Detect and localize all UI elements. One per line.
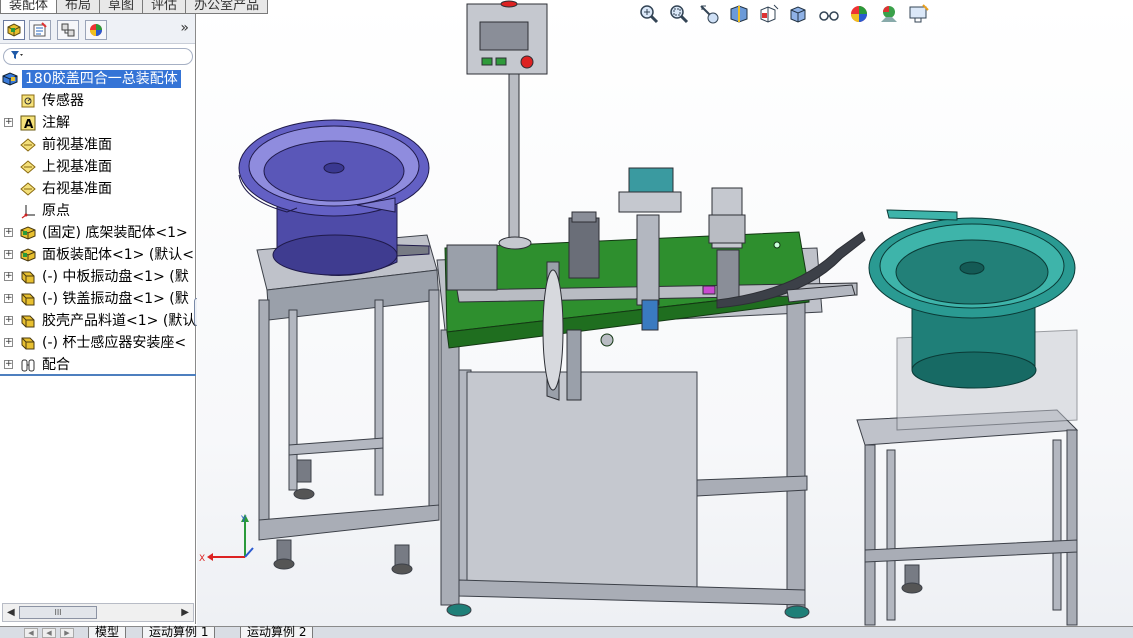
plane-icon [20,181,36,197]
assembly-icon [2,71,18,87]
tab-model[interactable]: 模型 [88,626,127,638]
panel-toolbar: » [0,14,195,44]
tree-item-label: (-) 中板振动盘<1> (默 [42,269,189,285]
tree-item-origin[interactable]: 原点 [0,200,196,222]
expand-toggle-icon[interactable]: + [4,360,13,369]
tree-item-middle-plate-vibratory-bowl[interactable]: + (-) 中板振动盘<1> (默 [0,266,196,288]
tree-item-label: (固定) 底架装配体<1> [42,225,188,241]
tab-office-products[interactable]: 办公室产品 [185,0,269,14]
assembly-model-graphic[interactable]: Y X [197,0,1133,626]
next-tab-nav-icon[interactable]: ▶ [60,628,74,638]
subassembly-yellow-icon [20,313,36,329]
tab-assembly[interactable]: 装配体 [0,0,58,14]
tree-item-label: (-) 铁盖振动盘<1> (默 [42,291,189,307]
origin-icon [20,203,36,219]
tree-item-label: 原点 [42,203,70,219]
expand-toggle-icon[interactable]: + [4,250,13,259]
plane-icon [20,159,36,175]
tree-item-label: 胶壳产品料道<1> (默认 [42,313,196,329]
tab-sketch[interactable]: 草图 [99,0,144,14]
expand-toggle-icon[interactable]: + [4,294,13,303]
tree-item-label: 右视基准面 [42,181,112,197]
tree-item-label: (-) 杯士感应器安装座< [42,335,187,351]
tree-item-mates[interactable]: + 配合 [0,354,196,376]
tab-motion-study-1[interactable]: 运动算例 1 [142,626,216,638]
subassembly-icon [20,225,36,241]
tree-separator [0,374,196,376]
display-manager-tab-icon[interactable] [85,20,107,40]
tree-item-label: 传感器 [42,93,84,109]
axis-x-label: X [199,554,205,564]
subassembly-yellow-icon [20,269,36,285]
tree-item-sensors[interactable]: 传感器 [0,90,196,112]
subassembly-yellow-icon [20,291,36,307]
tree-item-housing-feed-track[interactable]: + 胶壳产品料道<1> (默认 [0,310,196,332]
axis-y-label: Y [240,515,247,525]
scroll-left-arrow-icon[interactable]: ◀ [7,607,15,618]
tree-item-sensor-mount[interactable]: + (-) 杯士感应器安装座< [0,332,196,354]
expand-toggle-icon[interactable]: + [4,272,13,281]
axis-triad: Y X [199,514,254,564]
tree-item-label: 配合 [42,357,70,373]
svg-text:A: A [24,117,34,131]
first-tab-nav-icon[interactable]: ◀ [24,628,38,638]
annotation-icon: A [20,115,36,131]
tab-motion-study-2[interactable]: 运动算例 2 [240,626,314,638]
tree-item-label: 前视基准面 [42,137,112,153]
tree-item-front-plane[interactable]: 前视基准面 [0,134,196,156]
plane-icon [20,137,36,153]
subassembly-yellow-icon [20,335,36,351]
graphics-viewport[interactable]: Y X [197,0,1133,626]
control-panel-box [466,0,548,250]
filter-row [0,44,195,68]
tree-item-panel-assembly[interactable]: + 面板装配体<1> (默认< [0,244,196,266]
feature-tree: 180胶盖四合一总装配体 传感器 + A 注解 前视基准面 上视基准面 右视基准… [0,68,196,376]
sensor-icon [20,93,36,109]
tree-item-label: 面板装配体<1> (默认< [42,247,195,263]
tree-item-annotations[interactable]: + A 注解 [0,112,196,134]
configuration-manager-tab-icon[interactable] [57,20,79,40]
horizontal-scrollbar[interactable]: ◀ III ▶ [2,603,194,622]
prev-tab-nav-icon[interactable]: ◀ [42,628,56,638]
expand-toggle-icon[interactable]: + [4,316,13,325]
solidworks-window: 装配体 布局 草图 评估 办公室产品 » 180胶盖四合一总装配体 传感器 + … [0,0,1133,638]
scroll-right-arrow-icon[interactable]: ▶ [181,607,189,618]
tree-root-label: 180胶盖四合一总装配体 [22,70,181,88]
tree-item-label: 注解 [42,115,70,131]
tree-item-right-plane[interactable]: 右视基准面 [0,178,196,200]
left-feeder-stand [256,234,440,575]
scrollbar-thumb[interactable]: III [19,606,97,619]
mates-icon [20,357,36,373]
tab-evaluate[interactable]: 评估 [142,0,187,14]
tree-item-top-plane[interactable]: 上视基准面 [0,156,196,178]
tree-filter-input[interactable] [3,48,193,65]
filter-icon [10,50,24,63]
feature-manager-tab-icon[interactable] [3,20,25,40]
tab-layout[interactable]: 布局 [56,0,101,14]
tree-item-base-frame-assembly[interactable]: + (固定) 底架装配体<1> [0,222,196,244]
property-manager-tab-icon[interactable] [29,20,51,40]
tree-root-assembly[interactable]: 180胶盖四合一总装配体 [0,68,196,90]
tree-item-iron-cover-vibratory-bowl[interactable]: + (-) 铁盖振动盘<1> (默 [0,288,196,310]
tree-item-label: 上视基准面 [42,159,112,175]
expand-toggle-icon[interactable]: + [4,118,13,127]
expand-panel-arrow-icon[interactable]: » [180,20,189,36]
subassembly-icon [20,247,36,263]
bottom-model-tabs: ◀ ◀ ▶ 模型 运动算例 1 运动算例 2 [0,626,1133,638]
feature-manager-panel: » 180胶盖四合一总装配体 传感器 + A 注解 前视基准面 上视基准面 右视… [0,14,196,624]
expand-toggle-icon[interactable]: + [4,228,13,237]
expand-toggle-icon[interactable]: + [4,338,13,347]
command-manager-tabs: 装配体 布局 草图 评估 办公室产品 [0,0,269,14]
